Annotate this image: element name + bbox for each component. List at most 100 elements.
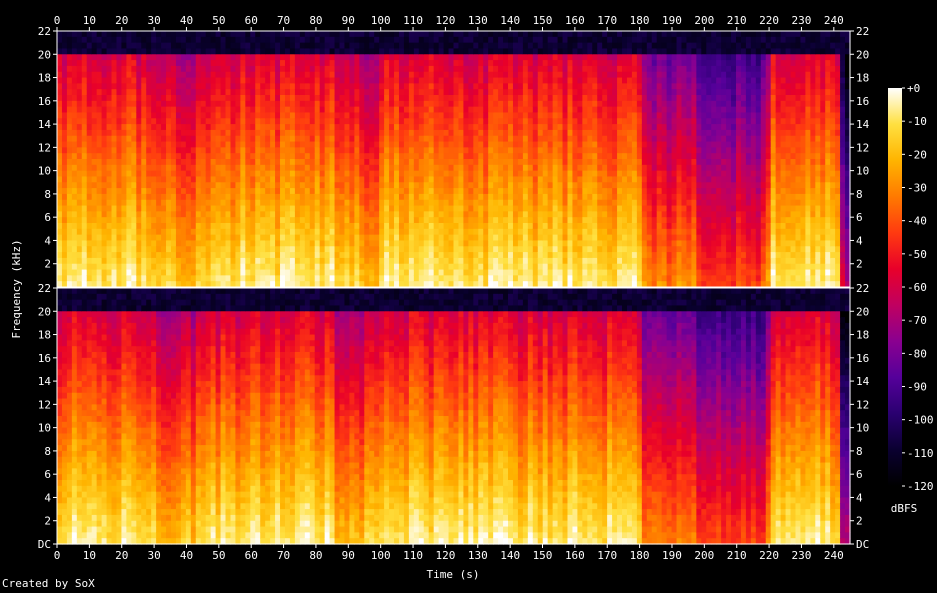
y-tick-label-right: 22 (856, 282, 869, 295)
x-tick-label-bottom: 30 (147, 549, 160, 562)
colorbar-tick-label: +0 (907, 82, 920, 95)
y-tick-label-right: 2 (856, 515, 863, 528)
y-tick-label-right: 2 (856, 258, 863, 271)
x-tick-label-top: 80 (309, 14, 322, 27)
y-tick-label-left: DC (38, 538, 51, 551)
y-tick-label-left: 12 (38, 398, 51, 411)
spectrogram-chart: 0 0 10 10 20 20 30 30 40 40 50 50 60 60 70 70 80 80 90 90 10… (10, 14, 934, 581)
y-tick-label-right: 20 (856, 48, 869, 61)
y-tick-label-right: 18 (856, 329, 869, 342)
x-tick-label-top: 220 (759, 14, 779, 27)
x-tick-label-bottom: 80 (309, 549, 322, 562)
y-tick-label-left: 6 (44, 211, 51, 224)
x-tick-label-top: 140 (500, 14, 520, 27)
colorbar-tick-label: -50 (907, 248, 927, 261)
y-tick-label-left: 16 (38, 95, 51, 108)
x-tick-label-bottom: 120 (435, 549, 455, 562)
x-tick-label-top: 240 (824, 14, 844, 27)
y-tick-label-right: 8 (856, 445, 863, 458)
colorbar-tick-label: -120 (907, 480, 934, 493)
x-tick-label-top: 10 (83, 14, 96, 27)
x-tick-label-top: 40 (180, 14, 193, 27)
y-tick-label-left: 22 (38, 282, 51, 295)
y-tick-label-right: 14 (856, 375, 870, 388)
y-tick-label-right: 8 (856, 188, 863, 201)
x-tick-label-bottom: 10 (83, 549, 96, 562)
x-tick-label-top: 20 (115, 14, 128, 27)
y-tick-label-left: 20 (38, 305, 51, 318)
y-tick-label-left: 18 (38, 72, 51, 85)
x-tick-label-top: 50 (212, 14, 225, 27)
x-tick-label-bottom: 220 (759, 549, 779, 562)
y-tick-label-left: 2 (44, 258, 51, 271)
x-tick-label-bottom: 210 (727, 549, 747, 562)
colorbar-tick-label: -110 (907, 447, 934, 460)
channel-plots (56, 30, 851, 545)
y-tick-label-left: 8 (44, 188, 51, 201)
x-tick-label-bottom: 70 (277, 549, 290, 562)
y-tick-label-right: 4 (856, 491, 863, 504)
y-tick-label-right: 16 (856, 352, 869, 365)
creator-credit: Created by SoX (2, 577, 95, 590)
y-tick-label-left: 14 (38, 375, 52, 388)
colorbar-tick-label: -60 (907, 281, 927, 294)
x-tick-label-top: 100 (371, 14, 391, 27)
x-tick-label-top: 70 (277, 14, 290, 27)
x-tick-label-top: 230 (792, 14, 812, 27)
colorbar-tick-label: -80 (907, 347, 927, 360)
channel-2-spectrogram (56, 287, 851, 545)
colorbar-gradient (888, 88, 902, 486)
colorbar-tick-label: -100 (907, 414, 934, 427)
y-tick-label-left: 10 (38, 422, 51, 435)
y-tick-label-left: 4 (44, 234, 51, 247)
y-tick-label-left: 4 (44, 491, 51, 504)
x-tick-label-top: 0 (54, 14, 61, 27)
y-tick-label-left: 12 (38, 141, 51, 154)
colorbar-tick-label: -20 (907, 148, 927, 161)
x-tick-label-bottom: 200 (694, 549, 714, 562)
x-tick-label-bottom: 0 (54, 549, 61, 562)
x-tick-label-bottom: 40 (180, 549, 193, 562)
x-tick-label-top: 150 (533, 14, 553, 27)
x-tick-label-top: 180 (630, 14, 650, 27)
x-tick-label-bottom: 180 (630, 549, 650, 562)
x-tick-label-bottom: 230 (792, 549, 812, 562)
y-tick-label-right: 12 (856, 141, 869, 154)
x-tick-label-top: 90 (342, 14, 355, 27)
x-tick-label-top: 120 (435, 14, 455, 27)
y-axis-label: Frequency (kHz) (10, 239, 23, 338)
y-tick-label-right: 16 (856, 95, 869, 108)
x-tick-label-top: 190 (662, 14, 682, 27)
x-tick-label-bottom: 170 (597, 549, 617, 562)
y-tick-label-left: 6 (44, 468, 51, 481)
x-tick-label-bottom: 240 (824, 549, 844, 562)
y-tick-label-right: 12 (856, 398, 869, 411)
x-tick-label-top: 160 (565, 14, 585, 27)
x-tick-label-bottom: 160 (565, 549, 585, 562)
x-tick-label-top: 130 (468, 14, 488, 27)
y-tick-label-right: 22 (856, 25, 869, 38)
x-tick-label-bottom: 20 (115, 549, 128, 562)
x-tick-label-bottom: 140 (500, 549, 520, 562)
colorbar-tick-label: -30 (907, 182, 927, 195)
x-tick-label-top: 210 (727, 14, 747, 27)
colorbar-tick-label: -10 (907, 115, 927, 128)
y-tick-label-left: 22 (38, 25, 51, 38)
x-tick-label-top: 60 (245, 14, 258, 27)
x-tick-label-bottom: 130 (468, 549, 488, 562)
y-tick-label-right: DC (856, 538, 869, 551)
x-tick-label-bottom: 110 (403, 549, 423, 562)
x-tick-label-bottom: 150 (533, 549, 553, 562)
y-tick-label-left: 18 (38, 329, 51, 342)
colorbar: +0 -10 -20 -30 -40 -50 -60 -70 -80 -90 -100 -110 -12… (888, 82, 934, 493)
x-tick-label-top: 110 (403, 14, 423, 27)
y-tick-label-left: 16 (38, 352, 51, 365)
y-tick-label-right: 6 (856, 468, 863, 481)
x-tick-label-bottom: 50 (212, 549, 225, 562)
colorbar-label: dBFS (891, 502, 918, 515)
x-tick-label-bottom: 90 (342, 549, 355, 562)
y-tick-label-right: 14 (856, 118, 870, 131)
colorbar-tick-label: -40 (907, 215, 927, 228)
y-tick-label-right: 10 (856, 165, 869, 178)
colorbar-tick-label: -70 (907, 314, 927, 327)
